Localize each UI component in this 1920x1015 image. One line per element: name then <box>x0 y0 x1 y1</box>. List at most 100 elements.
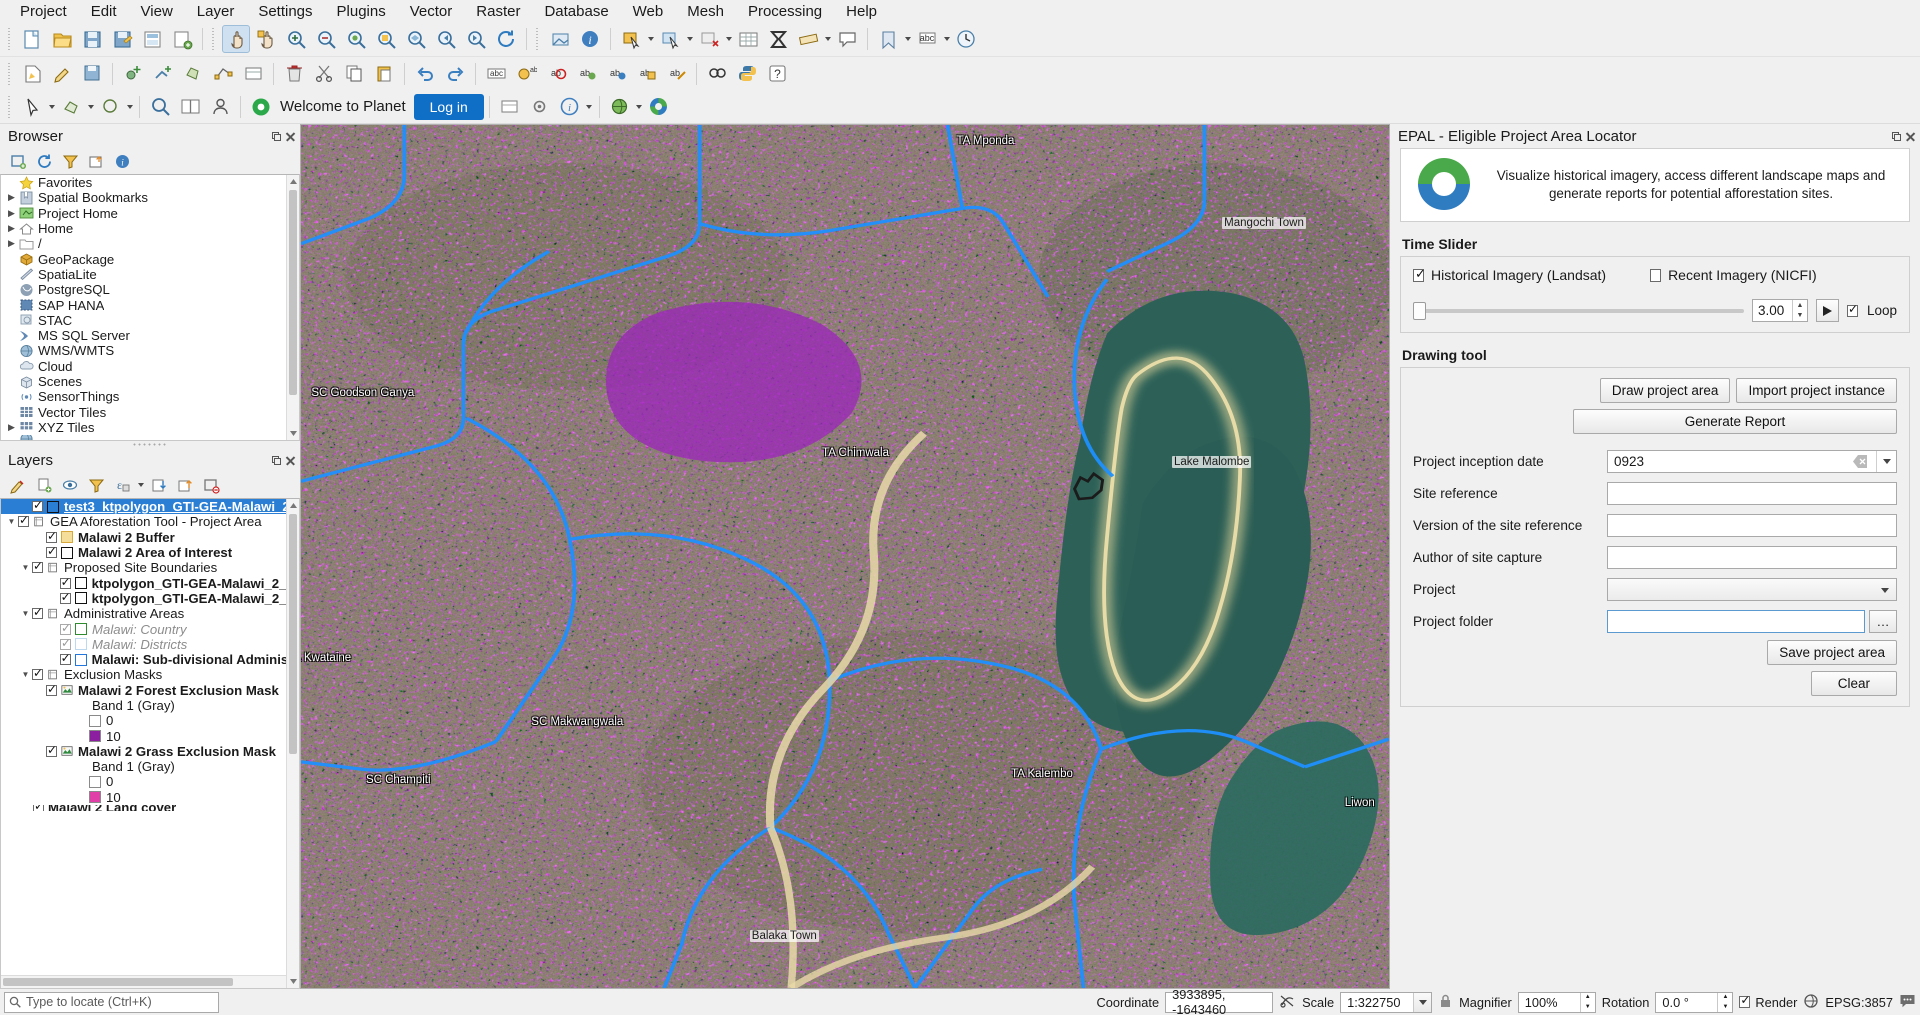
menu-item-settings[interactable]: Settings <box>246 1 324 22</box>
open-layer-styling-icon[interactable] <box>6 474 30 496</box>
label-toolbar-icon-4[interactable]: ab <box>572 60 600 88</box>
redo-icon[interactable] <box>441 60 469 88</box>
browser-scrollbar[interactable] <box>286 175 299 440</box>
expand-arrow-icon[interactable]: ▼ <box>19 560 32 575</box>
layer-item-10[interactable]: ▼10 <box>1 790 299 805</box>
label-toolbar-icon-3[interactable]: ab <box>542 60 570 88</box>
browser-item-cloud[interactable]: ▶Cloud <box>1 359 299 374</box>
historical-imagery-checkbox-box[interactable] <box>1413 267 1426 282</box>
identify-features-icon[interactable]: i <box>576 25 604 53</box>
select-features-dropdown-icon[interactable] <box>646 26 655 52</box>
menu-item-layer[interactable]: Layer <box>185 1 247 22</box>
new-bookmark-icon[interactable] <box>874 25 902 53</box>
browser-item-spatial-bookmarks[interactable]: ▶ Spatial Bookmarks <box>1 190 299 205</box>
scroll-thumb-h[interactable] <box>3 978 233 986</box>
cut-features-icon[interactable] <box>310 60 338 88</box>
bookmark-dropdown-icon[interactable] <box>903 26 912 52</box>
toggle-extents-icon[interactable] <box>1279 992 1296 1012</box>
zoom-out-icon[interactable] <box>312 25 340 53</box>
zoom-to-selection-icon[interactable] <box>372 25 400 53</box>
epal-close-button[interactable] <box>1905 131 1916 142</box>
epal-float-button[interactable] <box>1891 131 1902 142</box>
map-canvas[interactable]: TA Mponda Mangochi Town SC Goodson Ganya TA… <box>300 124 1390 989</box>
browser-item-ms-sql-server[interactable]: ▶MS SQL Server <box>1 328 299 343</box>
messages-icon[interactable] <box>1899 992 1916 1012</box>
layer-item-ktpolygon-gti-gea-malawi-2-a[interactable]: ▼ktpolygon_GTI-GEA-Malawi_2_⬚a <box>1 575 299 591</box>
refresh-icon[interactable] <box>492 25 520 53</box>
measure-dropdown-icon[interactable] <box>823 26 832 52</box>
time-slider-track[interactable] <box>1413 301 1744 320</box>
layer-visibility-checkbox[interactable] <box>46 743 57 757</box>
historical-imagery-checkbox[interactable]: Historical Imagery (Landsat) <box>1413 267 1606 283</box>
layer-visibility-checkbox[interactable] <box>32 499 43 513</box>
browser-item-spatialite[interactable]: ▶SpatiaLite <box>1 267 299 282</box>
select-tool-dropdown-icon[interactable] <box>47 94 56 120</box>
layer-visibility-checkbox[interactable] <box>60 636 71 650</box>
zoom-full-icon[interactable] <box>342 25 370 53</box>
layer-item-band-1-gray[interactable]: ▼Band 1 (Gray) <box>1 759 299 774</box>
site-reference-input[interactable] <box>1607 481 1897 505</box>
toggle-editing-icon[interactable] <box>48 60 76 88</box>
digitize-shape-icon[interactable] <box>57 93 85 121</box>
browser-item-project-home[interactable]: ▶ Project Home <box>1 206 299 221</box>
menu-item-project[interactable]: Project <box>8 1 79 22</box>
expand-arrow-icon[interactable]: ▶ <box>5 221 18 236</box>
render-checkbox[interactable]: Render <box>1739 993 1797 1010</box>
digitize-dropdown-icon[interactable] <box>86 94 95 120</box>
annotation-dropdown-icon[interactable] <box>942 26 951 52</box>
loop-checkbox-box[interactable] <box>1846 302 1858 317</box>
planet-orders-icon[interactable] <box>496 93 524 121</box>
paste-features-icon[interactable] <box>370 60 398 88</box>
scroll-thumb[interactable] <box>289 514 297 754</box>
browser-item-vector-tiles[interactable]: ▶Vector Tiles <box>1 404 299 420</box>
add-polygon-icon[interactable] <box>179 60 207 88</box>
open-project-icon[interactable] <box>48 25 76 53</box>
browser-item-wms-wmts[interactable]: ▶WMS/WMTS <box>1 343 299 358</box>
lock-scale-icon[interactable] <box>1438 993 1453 1012</box>
rotation-spinner[interactable]: 0.0 ° ▲ ▼ <box>1655 991 1734 1013</box>
layers-float-button[interactable] <box>271 455 282 466</box>
text-annotation-icon[interactable]: abc <box>913 25 941 53</box>
menu-item-help[interactable]: Help <box>834 1 889 22</box>
planet-settings-icon[interactable] <box>526 93 554 121</box>
toolbar-grip[interactable] <box>7 28 14 50</box>
scroll-thumb[interactable] <box>289 190 297 395</box>
planet-info-dropdown-icon[interactable] <box>585 94 594 120</box>
menu-item-processing[interactable]: Processing <box>736 1 834 22</box>
python-console-icon[interactable] <box>733 60 761 88</box>
layer-visibility-checkbox[interactable] <box>33 804 44 811</box>
browser-item-sap-hana[interactable]: ▶SAP HANA <box>1 297 299 313</box>
layer-item-malawi-2-area-of-interest[interactable]: ▼Malawi 2 Area of Interest <box>1 544 299 560</box>
menu-item-view[interactable]: View <box>129 1 185 22</box>
pan-to-selection-icon[interactable] <box>252 25 280 53</box>
statistics-icon[interactable] <box>764 25 792 53</box>
layer-visibility-checkbox[interactable] <box>46 544 57 559</box>
expand-arrow-icon[interactable]: ▼ <box>19 606 32 621</box>
new-3d-map-view-icon[interactable] <box>546 25 574 53</box>
browser-float-button[interactable] <box>271 131 282 142</box>
select-by-value-icon[interactable] <box>656 25 684 53</box>
collapse-all-icon[interactable] <box>84 150 108 172</box>
toolbar-grip[interactable] <box>7 62 14 85</box>
expand-arrow-icon[interactable]: ▼ <box>5 514 18 529</box>
layers-scrollbar[interactable] <box>286 499 299 988</box>
draw-project-area-button[interactable]: Draw project area <box>1599 378 1731 403</box>
menu-item-mesh[interactable]: Mesh <box>675 1 736 22</box>
label-toolbar-icon-1[interactable]: abc <box>482 60 510 88</box>
date-dropdown-icon[interactable] <box>1876 450 1896 472</box>
user-icon[interactable] <box>206 93 234 121</box>
planet-info-icon[interactable]: i <box>556 93 584 121</box>
add-feature-point-icon[interactable] <box>119 60 147 88</box>
save-project-icon[interactable] <box>78 25 106 53</box>
select-tool-icon[interactable] <box>18 93 46 121</box>
layer-item-malawi-sub-divisional-administra[interactable]: ▼Malawi: Sub-divisional Administra <box>1 651 299 667</box>
browser-item-postgresql[interactable]: ▶PostgreSQL <box>1 282 299 297</box>
new-project-icon[interactable] <box>18 25 46 53</box>
vertex-tool-icon[interactable] <box>209 60 237 88</box>
browser-tree[interactable]: ▶Favorites▶Spatial Bookmarks▶Project Hom… <box>0 174 300 441</box>
layer-visibility-checkbox[interactable] <box>59 651 71 666</box>
layers-close-button[interactable] <box>285 455 296 466</box>
layer-item-malawi-country[interactable]: ▼Malawi: Country <box>1 621 299 637</box>
layer-item-administrative-areas[interactable]: ▼ Administrative Areas <box>1 605 299 621</box>
layer-visibility-checkbox[interactable] <box>32 559 43 574</box>
